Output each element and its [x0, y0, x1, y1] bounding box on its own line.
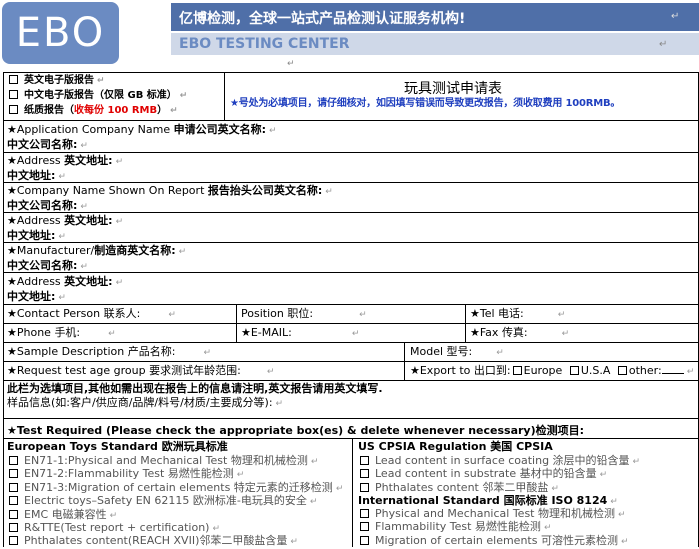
report-option-paper[interactable]: 纸质报告（收每份 100 RMB） ↵ [9, 105, 178, 117]
contact-person-field[interactable]: ★Contact Person 联系人: ↵ [7, 307, 176, 322]
checkbox[interactable] [360, 482, 369, 492]
test-required-heading: ★Test Required (Please check the appropr… [7, 424, 585, 437]
checkbox[interactable] [9, 469, 18, 479]
logo-text: EBO [15, 10, 106, 56]
checkbox[interactable] [9, 536, 18, 546]
eu-standard-header: European Toys Standard 欧洲玩具标准 [7, 440, 228, 453]
test-item-lead-substrate[interactable]: Lead content in substrate 基材中的铅含量 ↵ [360, 467, 640, 480]
center-name-band: EBO TESTING CENTER ↵ [171, 33, 699, 55]
para-mark: ↵ [671, 11, 680, 22]
test-item-en71-3[interactable]: EN71-3:Migration of certain elements 特定元… [9, 481, 343, 494]
export-field: ★Export to 出口到: Europe U.S.A other: ↵ [410, 364, 695, 377]
export-other-checkbox[interactable] [617, 366, 627, 375]
us-test-list: Lead content in surface coating 涂层中的铅含量 ↵… [360, 454, 640, 494]
fax-field[interactable]: ★Fax 传真: ↵ [470, 326, 569, 341]
checkbox[interactable] [360, 535, 369, 545]
slogan-text: 亿博检测，全球一站式产品检测认证服务机构! [179, 11, 466, 27]
checkbox[interactable] [9, 456, 18, 465]
checkbox[interactable] [9, 496, 18, 506]
center-name: EBO TESTING CENTER [179, 36, 350, 52]
form-title: 玩具测试申请表 [404, 81, 502, 97]
test-item-en71-2[interactable]: EN71-2:Flammability Test 易燃性能检测 ↵ [9, 467, 343, 480]
application-address-field[interactable]: ★Address 英文地址: ↵ 中文地址: ↵ [7, 154, 123, 184]
logo-badge: EBO [2, 2, 119, 64]
checkbox[interactable] [9, 105, 18, 114]
sample-info-field[interactable]: 样品信息(如:客户/供应商/品牌/料号/材质/主要成分等): ↵ [7, 396, 283, 411]
checkbox[interactable] [9, 90, 18, 99]
para-mark: ↵ [287, 59, 295, 69]
model-field[interactable]: Model 型号: ↵ [410, 345, 504, 360]
report-company-field[interactable]: ★Company Name Shown On Report 报告抬头公司英文名称… [7, 184, 333, 214]
test-item-lead-surface[interactable]: Lead content in surface coating 涂层中的铅含量 ↵ [360, 454, 640, 467]
manufacturer-field[interactable]: ★Manufacturer/制造商英文名称: ↵ 中文公司名称: ↵ [7, 244, 186, 274]
test-item-reach[interactable]: Phthalates content(REACH XVII)邻苯二甲酸盐含量 ↵ [9, 534, 343, 547]
slogan-bar: 亿博检测，全球一站式产品检测认证服务机构! ↵ [171, 3, 699, 31]
test-item-iso-physical[interactable]: Physical and Mechanical Test 物理和机械检测 ↵ [360, 507, 629, 520]
us-standard-header: US CPSIA Regulation 美国 CPSIA [358, 440, 553, 453]
checkbox[interactable] [9, 509, 18, 519]
test-item-iso-flammability[interactable]: Flammability Test 易燃性能检测 ↵ [360, 520, 629, 533]
test-item-en62115[interactable]: Electric toys–Safety EN 62115 欧洲标准-电玩具的安… [9, 494, 343, 507]
tel-field[interactable]: ★Tel 电话: ↵ [470, 307, 565, 322]
checkbox[interactable] [360, 456, 369, 465]
checkbox[interactable] [9, 522, 18, 532]
checkbox[interactable] [9, 75, 18, 84]
eu-test-list: EN71-1:Physical and Mechanical Test 物理和机… [9, 454, 343, 548]
age-group-field[interactable]: ★Request test age group 要求测试年龄范围: ↵ [7, 364, 274, 379]
phone-field[interactable]: ★Phone 手机: ↵ [7, 326, 116, 341]
manufacturer-address-field[interactable]: ★Address 英文地址: ↵ 中文地址: ↵ [7, 275, 123, 305]
report-option-chinese[interactable]: 中文电子版报告（仅限 GB 标准） ↵ [9, 90, 187, 102]
checkbox[interactable] [360, 522, 369, 532]
test-item-en71-1[interactable]: EN71-1:Physical and Mechanical Test 物理和机… [9, 454, 343, 467]
email-field[interactable]: ★E-MAIL: ↵ [241, 326, 359, 341]
checkbox[interactable] [360, 469, 369, 479]
para-mark: ↵ [659, 39, 668, 50]
application-company-field[interactable]: ★Application Company Name 申请公司英文名称: ↵ 中文公… [7, 123, 277, 153]
checkbox[interactable] [9, 482, 18, 492]
test-item-iso-migration[interactable]: Migration of certain elements 可溶性元素检测 ↵ [360, 534, 629, 547]
export-europe-checkbox[interactable] [512, 366, 522, 375]
position-field[interactable]: Position 职位: ↵ [241, 307, 367, 322]
form-notice: ★号处为必填项目，请仔细核对，如因填写错误而导致更改报告，须收取费用 100RM… [230, 98, 621, 109]
optional-info-note: 此栏为选填项目,其他如需出现在报告上的信息请注明,英文报告请用英文填写. [7, 382, 383, 395]
checkbox[interactable] [360, 509, 369, 518]
report-option-english[interactable]: 英文电子版报告 ↵ [9, 75, 105, 87]
test-item-rtte[interactable]: R&TTE(Test report + certification) ↵ [9, 521, 343, 534]
sample-description-field[interactable]: ★Sample Description 产品名称: ↵ [7, 345, 211, 360]
export-usa-checkbox[interactable] [569, 366, 579, 375]
intl-test-list: Physical and Mechanical Test 物理和机械检测 ↵ Fl… [360, 507, 629, 547]
test-item-phthalates-us[interactable]: Phthalates content 邻苯二甲酸盐 ↵ [360, 481, 640, 494]
report-address-field[interactable]: ★Address 英文地址: ↵ 中文地址: ↵ [7, 214, 123, 244]
test-item-emc[interactable]: EMC 电磁兼容性 ↵ [9, 508, 343, 521]
